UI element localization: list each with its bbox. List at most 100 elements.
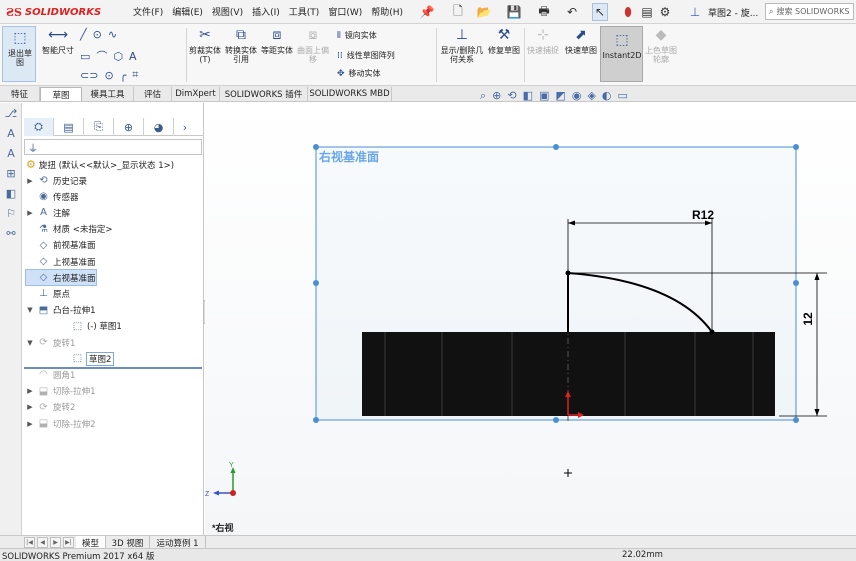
repair-sketch-button[interactable]: ⚒ 修复草图 xyxy=(488,26,520,56)
trim-entities-button[interactable]: ✂ 剪裁实体(T) xyxy=(188,26,222,65)
undo-icon[interactable]: ↶ xyxy=(564,3,580,21)
options-gear-icon[interactable]: ⚙ xyxy=(658,3,672,21)
menu-view[interactable]: 视图(V) xyxy=(212,5,243,18)
configuration-manager-tab-icon[interactable]: ⎘ xyxy=(84,118,114,136)
view-orientation-icon[interactable]: ▣ xyxy=(539,89,549,103)
previous-view-icon[interactable]: ⟲ xyxy=(507,89,516,103)
slot-icon[interactable]: ⊂⊃ xyxy=(80,69,98,82)
expand-toggle-icon[interactable]: ▶ xyxy=(26,420,34,428)
exit-sketch-button[interactable]: ⬚ 退出草图 xyxy=(2,26,36,82)
tree-node[interactable]: ◉ 传感器 xyxy=(26,189,78,204)
hide-show-items-icon[interactable]: ◉ xyxy=(572,89,582,103)
move-entities-button[interactable]: ✥ 移动实体 xyxy=(337,68,381,79)
arc-icon[interactable]: ⌒ xyxy=(96,48,107,64)
dimxpert-manager-tab-icon[interactable]: ⊕ xyxy=(114,118,144,136)
annotation-toolbar-icon[interactable]: A xyxy=(0,123,22,143)
pin-icon[interactable]: 📌 xyxy=(420,3,435,21)
offset-entities-button[interactable]: ⧈ 等距实体 xyxy=(260,26,294,56)
tree-node[interactable]: ⚗ 材质 <未指定> xyxy=(26,222,112,237)
tab-evaluate[interactable]: 评估 xyxy=(134,87,172,101)
quick-snaps-button[interactable]: ⊹ 快速捕捉 xyxy=(526,26,560,56)
edit-appearance-icon[interactable]: ◈ xyxy=(587,89,595,103)
tab-dimxpert[interactable]: DimXpert xyxy=(172,87,220,101)
menu-file[interactable]: 文件(F) xyxy=(133,5,163,18)
spline-icon[interactable]: ∿ xyxy=(108,28,117,41)
display-style-icon[interactable]: ◩ xyxy=(555,89,565,103)
tree-node[interactable]: ◇ 上视基准面 xyxy=(26,254,96,269)
graphics-area[interactable]: 右视基准面 R12 12 Y Z *右视 xyxy=(205,103,856,543)
camera-toolbar-icon[interactable]: ⚐ xyxy=(0,203,22,223)
smart-dimension-button[interactable]: ⟷ 智能尺寸 xyxy=(40,26,76,56)
expand-toggle-icon[interactable]: ▶ xyxy=(26,177,34,185)
last-tab-arrow-icon[interactable]: ▶| xyxy=(63,537,74,548)
tree-node[interactable]: ◇ 右视基准面 xyxy=(25,269,97,287)
rollback-bar[interactable] xyxy=(24,367,202,369)
feature-tree-filter[interactable]: ⏚ xyxy=(24,139,202,155)
relations-toolbar-icon[interactable]: ⚯ xyxy=(0,223,22,243)
tree-node[interactable]: ▼ ⟳ 旋转1 xyxy=(26,335,75,350)
prev-tab-arrow-icon[interactable]: ◀ xyxy=(37,537,48,548)
tree-node[interactable]: ▶ A 注解 xyxy=(26,205,70,220)
tab-solidworks-mbd[interactable]: SOLIDWORKS MBD xyxy=(308,87,392,101)
feature-tree-tab-icon[interactable]: ⛭ xyxy=(24,118,54,136)
menu-help[interactable]: 帮助(H) xyxy=(371,5,403,18)
mirror-entities-button[interactable]: ⫴ 镜向实体 xyxy=(337,30,377,41)
tree-node[interactable]: ▶ ⟳ 旋转2 xyxy=(26,400,75,415)
tree-node[interactable]: ▶ ⬓ 切除-拉伸1 xyxy=(26,384,95,399)
next-tab-arrow-icon[interactable]: ▶ xyxy=(50,537,61,548)
view-toolbar-icon[interactable]: ◧ xyxy=(0,183,22,203)
expand-toggle-icon[interactable]: ▶ xyxy=(26,387,34,395)
fillet-sketch-icon[interactable]: ╭ xyxy=(120,69,127,82)
offset-on-surface-button[interactable]: ⧇ 曲面上偏移 xyxy=(296,26,330,65)
point-icon[interactable]: ⊙ xyxy=(104,69,113,82)
section-view-icon[interactable]: ◧ xyxy=(523,89,533,103)
shaded-sketch-contours-button[interactable]: ◆ 上色草图轮廓 xyxy=(644,26,678,65)
convert-entities-button[interactable]: ⧉ 转换实体引用 xyxy=(224,26,258,65)
text-icon[interactable]: A xyxy=(129,50,137,63)
menu-edit[interactable]: 编辑(E) xyxy=(172,5,203,18)
rectangle-icon[interactable]: ▭ xyxy=(80,50,90,63)
tree-node[interactable]: ◠ 圆角1 xyxy=(26,367,75,382)
select-pointer-icon[interactable]: ↖ xyxy=(592,3,608,21)
view-settings-icon[interactable]: ▭ xyxy=(618,89,628,103)
tree-node[interactable]: ⬚ (-) 草图1 xyxy=(60,319,122,334)
expand-toggle-icon[interactable]: ▶ xyxy=(26,209,34,217)
first-tab-arrow-icon[interactable]: |◀ xyxy=(24,537,35,548)
tree-node[interactable]: ▶ ⬓ 切除-拉伸2 xyxy=(26,416,95,431)
solidworks-logo[interactable]: ƧS SOLIDWORKS xyxy=(6,4,101,20)
tree-node[interactable]: ▼ ⬒ 凸台-拉伸1 xyxy=(26,303,95,318)
plane-sketch-icon[interactable]: ⌗ xyxy=(132,68,138,82)
tab-mold-tools[interactable]: 模具工具 xyxy=(82,87,134,101)
sketch-toolbar-icon[interactable]: ⎇ xyxy=(0,103,22,123)
rapid-sketch-button[interactable]: ⬈ 快速草图 xyxy=(564,26,598,56)
tab-solidworks-addins[interactable]: SOLIDWORKS 插件 xyxy=(220,87,308,101)
traffic-light-icon[interactable]: ⬮ xyxy=(622,3,634,21)
tree-node[interactable]: ▶ ⟲ 历史记录 xyxy=(26,173,87,188)
menu-insert[interactable]: 插入(I) xyxy=(252,5,280,18)
tab-features[interactable]: 特征 xyxy=(0,87,40,101)
line-icon[interactable]: ╱ xyxy=(80,28,87,41)
dimension-toolbar-icon[interactable]: A xyxy=(0,143,22,163)
zoom-to-area-icon[interactable]: ⊕ xyxy=(492,89,501,103)
expand-toggle-icon[interactable]: ▶ xyxy=(26,403,34,411)
file-properties-icon[interactable]: ▤ xyxy=(640,3,654,21)
print-icon[interactable]: 🖶 xyxy=(536,3,552,21)
layer-toolbar-icon[interactable]: ⊞ xyxy=(0,163,22,183)
search-box[interactable]: ⌕ 搜索 SOLIDWORKS xyxy=(765,3,854,20)
tree-node[interactable]: ⬚ 草图2 xyxy=(60,351,115,366)
tab-sketch[interactable]: 草图 xyxy=(40,87,82,101)
property-manager-tab-icon[interactable]: ▤ xyxy=(54,118,84,136)
expand-toggle-icon[interactable]: ▼ xyxy=(26,339,34,347)
tree-root-part[interactable]: ⚙ 旋扭 (默认<<默认>_显示状态 1>) xyxy=(26,158,174,171)
polygon-icon[interactable]: ⬡ xyxy=(113,50,123,63)
tree-node[interactable]: ◇ 前视基准面 xyxy=(26,238,96,253)
graphics-canvas[interactable]: 右视基准面 R12 12 Y Z *右视 xyxy=(205,103,856,543)
apply-scene-icon[interactable]: ◐ xyxy=(602,89,612,103)
expand-toggle-icon[interactable]: ▼ xyxy=(26,306,34,314)
save-icon[interactable]: 💾 xyxy=(506,3,522,21)
zoom-to-fit-icon[interactable]: ⌕ xyxy=(480,89,486,103)
linear-pattern-button[interactable]: ⁞⁞ 线性草图阵列 xyxy=(337,50,395,61)
menu-tools[interactable]: 工具(T) xyxy=(289,5,320,18)
tree-node[interactable]: ⊥ 原点 xyxy=(26,286,70,301)
chevron-right-icon[interactable]: › xyxy=(174,118,196,136)
